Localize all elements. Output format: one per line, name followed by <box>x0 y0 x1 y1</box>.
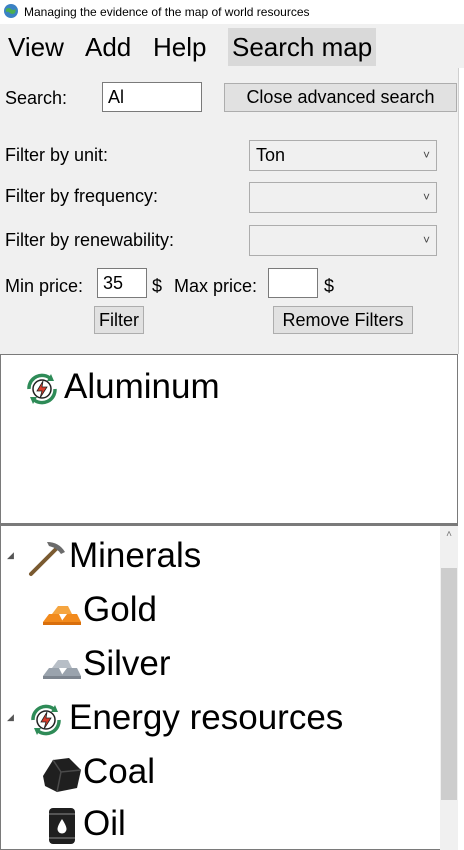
window-title: Managing the evidence of the map of worl… <box>24 5 310 19</box>
panel-edge <box>458 68 464 354</box>
remove-filters-button[interactable]: Remove Filters <box>273 306 413 334</box>
tree-scrollbar[interactable]: ˄ <box>440 526 458 850</box>
list-item-label: Aluminum <box>64 367 220 406</box>
coal-icon <box>43 758 82 793</box>
tree-item-label: Gold <box>83 590 157 629</box>
max-price-input[interactable] <box>268 268 318 298</box>
search-input[interactable]: Al <box>102 82 202 112</box>
collapse-arrow-icon[interactable]: ◢ <box>7 550 14 561</box>
min-price-label: Min price: <box>5 276 84 296</box>
frequency-select[interactable]: ˅ <box>249 182 437 213</box>
search-results-list[interactable]: Aluminum <box>0 354 458 524</box>
renewable-energy-icon <box>31 704 61 736</box>
silver-bars-icon <box>43 660 81 679</box>
search-label: Search: <box>5 88 68 108</box>
chevron-down-icon: ˅ <box>422 233 430 247</box>
tree-item-label: Oil <box>83 804 126 843</box>
scroll-thumb[interactable] <box>441 568 457 800</box>
min-price-input[interactable]: 35 <box>97 268 147 298</box>
chevron-down-icon: ˅ <box>422 190 430 204</box>
max-price-label: Max price: <box>174 276 258 296</box>
close-advanced-search-button[interactable]: Close advanced search <box>224 83 457 112</box>
menu-add[interactable]: Add <box>83 31 133 63</box>
menu-search-map[interactable]: Search map <box>228 28 377 66</box>
renewability-select[interactable]: ˅ <box>249 225 437 256</box>
scroll-up-arrow-icon[interactable]: ˄ <box>440 526 458 544</box>
currency-symbol: $ <box>324 276 335 296</box>
tree-item-label: Silver <box>83 644 171 683</box>
advanced-search-panel: Search: Al Close advanced search Filter … <box>0 68 458 354</box>
frequency-filter-label: Filter by frequency: <box>5 186 159 206</box>
currency-symbol: $ <box>152 276 163 296</box>
menu-help[interactable]: Help <box>151 31 208 63</box>
globe-icon <box>4 4 18 18</box>
tree-item-label: Coal <box>83 752 155 791</box>
menu-bar: View Add Help Search map <box>0 24 464 68</box>
gold-bars-icon <box>43 606 81 625</box>
renewable-energy-icon <box>27 373 57 405</box>
renewability-filter-label: Filter by renewability: <box>5 230 175 250</box>
tree-item-label: Minerals <box>69 536 202 575</box>
unit-select[interactable]: Ton ˅ <box>249 140 437 171</box>
unit-filter-label: Filter by unit: <box>5 145 109 165</box>
filter-button[interactable]: Filter <box>94 306 144 334</box>
title-bar: Managing the evidence of the map of worl… <box>0 0 464 24</box>
oil-barrel-icon <box>49 808 75 844</box>
tree-item-label: Energy resources <box>69 698 344 737</box>
resource-tree[interactable]: ◢ Minerals Gold Silver ◢ Energy resource… <box>0 524 458 850</box>
collapse-arrow-icon[interactable]: ◢ <box>7 712 14 723</box>
pickaxe-icon <box>29 542 65 576</box>
chevron-down-icon: ˅ <box>422 148 430 162</box>
menu-view[interactable]: View <box>6 31 66 63</box>
unit-select-value: Ton <box>256 145 286 165</box>
